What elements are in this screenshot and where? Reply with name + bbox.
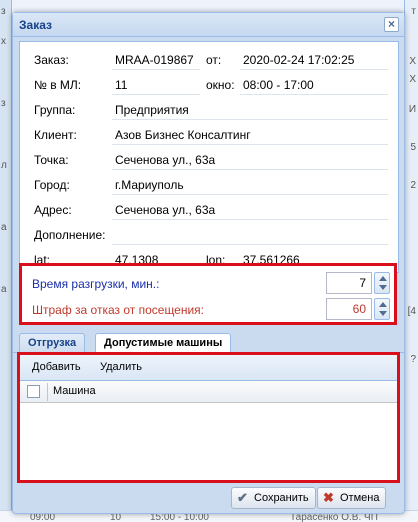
spinner-panel: Время разгрузки, мин.: Штраф за отказ от… [19,263,397,325]
bg-right-letter: X [409,74,416,85]
arrow-down-icon[interactable] [379,285,387,290]
bg-left-letter: а [1,284,7,295]
cancel-button[interactable]: ✖ Отмена [317,487,387,509]
grid-toolbar: Добавить Удалить [20,355,397,381]
window-titlebar[interactable]: Заказ × [13,13,404,37]
window-value: 08:00 - 17:00 [240,75,388,95]
unload-time-stepper[interactable] [374,272,390,294]
row-group: Группа: Предприятия [20,100,398,120]
add-button[interactable]: Добавить [32,361,81,373]
bg-left-letter: а [1,222,7,233]
row-client: Клиент: Азов Бизнес Консалтинг [20,125,398,145]
background-left-strip: з х з л а а [0,0,12,522]
point-value: Сеченова ул., 63а [112,150,388,170]
column-separator [47,383,48,401]
ml-value: 11 [112,75,200,95]
bg-right-letter: 2 [410,180,416,191]
ml-label: № в МЛ: [34,78,82,92]
select-all-checkbox[interactable] [27,385,40,398]
extra-value [112,225,388,245]
allowed-cars-panel: Добавить Удалить Машина [17,352,400,483]
bg-right-letter: X [409,56,416,67]
grid-header: Машина [20,381,397,403]
cancel-icon: ✖ [323,490,334,505]
client-value: Азов Бизнес Консалтинг [112,125,388,145]
group-label: Группа: [34,103,76,117]
city-value: г.Мариуполь [112,175,388,195]
bg-right-letter: ? [410,354,416,365]
penalty-label: Штраф за отказ от посещения: [32,303,205,317]
arrow-up-icon[interactable] [379,302,387,307]
order-value: MRAA-019867 [112,50,200,70]
save-button-label: Сохранить [254,492,309,504]
address-label: Адрес: [34,203,72,217]
bg-left-letter: л [1,160,7,171]
row-city: Город: г.Мариуполь [20,175,398,195]
client-label: Клиент: [34,128,77,142]
bg-left-letter: х [1,36,6,47]
arrow-up-icon[interactable] [379,276,387,281]
penalty-input[interactable] [326,298,372,320]
from-label: от: [206,53,222,67]
column-machine[interactable]: Машина [53,385,96,397]
row-order: Заказ: MRAA-019867 от: 2020-02-24 17:02:… [20,50,398,70]
checkmark-icon: ✔ [237,490,248,505]
cancel-button-label: Отмена [340,492,380,504]
window-label: окно: [206,78,235,92]
extra-label: Дополнение: [34,228,106,242]
city-label: Город: [34,178,70,192]
bg-right-letter: 5 [410,142,416,153]
arrow-down-icon[interactable] [379,311,387,316]
delete-button[interactable]: Удалить [100,361,142,373]
point-label: Точка: [34,153,69,167]
address-value: Сеченова ул., 63а [112,200,388,220]
save-button[interactable]: ✔ Сохранить [231,487,316,509]
tab-allowed-cars[interactable]: Допустимые машины [95,333,232,354]
background-right-strip: т X X И 5 2 [4 ? [404,0,418,522]
window-title: Заказ [19,18,52,32]
bg-left-letter: з [1,6,6,17]
close-icon[interactable]: × [384,17,399,32]
bg-right-letter: [4 [407,306,416,317]
row-ml: № в МЛ: 11 окно: 08:00 - 17:00 [20,75,398,95]
order-label: Заказ: [34,53,69,67]
row-address: Адрес: Сеченова ул., 63а [20,200,398,220]
bg-right-letter: И [408,104,416,115]
unload-time-row: Время разгрузки, мин.: [22,272,394,296]
unload-time-label: Время разгрузки, мин.: [32,277,160,291]
row-point: Точка: Сеченова ул., 63а [20,150,398,170]
row-extra: Дополнение: [20,225,398,245]
bg-left-letter: з [1,98,6,109]
unload-time-input[interactable] [326,272,372,294]
group-value: Предприятия [112,100,388,120]
from-value: 2020-02-24 17:02:25 [240,50,388,70]
penalty-row: Штраф за отказ от посещения: [22,298,394,322]
penalty-stepper[interactable] [374,298,390,320]
tab-strip: Отгрузка Допустимые машины [13,331,404,354]
bg-right-letter: т [411,6,416,17]
order-window: Заказ × Заказ: MRAA-019867 от: 2020-02-2… [12,12,405,514]
order-details-form: Заказ: MRAA-019867 от: 2020-02-24 17:02:… [19,41,399,273]
tab-shipment[interactable]: Отгрузка [19,333,86,353]
